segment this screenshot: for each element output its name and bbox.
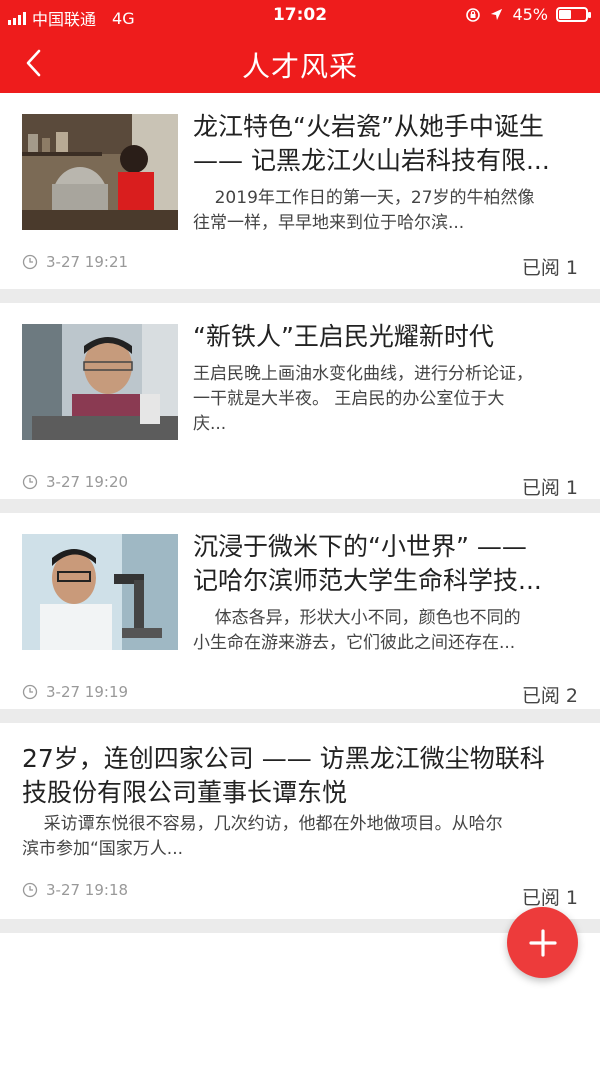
article-content: 27岁，连创四家公司 —— 访黑龙江微尘物联科 技股份有限公司董事长谭东悦 采访… (22, 742, 578, 862)
article-summary: 王启民晚上画油水变化曲线，进行分析论证， 一干就是大半夜。 王启民的办公室位于大… (193, 362, 578, 437)
article-summary: 2019年工作日的第一天，27岁的牛柏然像 往常一样，早早地来到位于哈尔滨... (193, 186, 578, 236)
article-time-text: 3-27 19:20 (46, 473, 129, 491)
article-thumbnail (22, 114, 178, 230)
article-time-text: 3-27 19:21 (46, 253, 129, 271)
article-content: “新铁人”王启民光耀新时代 王启民晚上画油水变化曲线，进行分析论证， 一干就是大… (193, 320, 578, 437)
separator (0, 499, 600, 513)
page-title: 人才风采 (241, 50, 358, 83)
article-title-line: 沉浸于微米下的“小世界” —— (193, 532, 527, 561)
article-read-count: 已阅 2 (521, 685, 578, 707)
article-summary-line: 一干就是大半夜。 王启民的办公室位于大 (193, 389, 505, 409)
clock-icon (22, 684, 38, 700)
article-list: 龙江特色“火岩瓷”从她手中诞生 —— 记黑龙江火山岩科技有限... 2019年工… (0, 93, 600, 933)
article-title: “新铁人”王启民光耀新时代 (193, 320, 578, 354)
clock-icon (22, 254, 38, 270)
article-title-line: 27岁，连创四家公司 —— 访黑龙江微尘物联科 (22, 744, 545, 773)
article-item[interactable]: 27岁，连创四家公司 —— 访黑龙江微尘物联科 技股份有限公司董事长谭东悦 采访… (0, 723, 600, 919)
article-title-line: 龙江特色“火岩瓷”从她手中诞生 (193, 112, 544, 141)
status-right: 45% (465, 5, 591, 24)
article-summary-line: 采访谭东悦很不容易，几次约访，他都在外地做项目。从哈尔 (22, 814, 503, 834)
article-item[interactable]: 龙江特色“火岩瓷”从她手中诞生 —— 记黑龙江火山岩科技有限... 2019年工… (0, 93, 600, 289)
plus-icon (528, 928, 557, 957)
separator (0, 709, 600, 723)
article-thumbnail (22, 324, 178, 440)
article-summary-line: 体态各异，形状大小不同，颜色也不同的 (193, 608, 521, 628)
article-item[interactable]: 沉浸于微米下的“小世界” —— 记哈尔滨师范大学生命科学技... 体态各异，形状… (0, 513, 600, 709)
article-summary-line: 王启民晚上画油水变化曲线，进行分析论证， (193, 364, 533, 384)
article-summary-line: 小生命在游来游去，它们彼此之间还存在... (193, 633, 516, 653)
article-read-count: 已阅 1 (521, 887, 578, 909)
article-summary: 采访谭东悦很不容易，几次约访，他都在外地做项目。从哈尔 滨市参加“国家万人... (22, 812, 578, 862)
nav-bar: 人才风采 (0, 33, 600, 93)
battery-percent: 45% (512, 5, 548, 24)
clock-icon (22, 882, 38, 898)
article-title: 27岁，连创四家公司 —— 访黑龙江微尘物联科 技股份有限公司董事长谭东悦 (22, 742, 578, 810)
article-title-line: 记哈尔滨师范大学生命科学技... (193, 566, 542, 595)
article-title-line: —— 记黑龙江火山岩科技有限... (193, 146, 550, 175)
article-title-line: “新铁人”王启民光耀新时代 (193, 322, 494, 351)
article-thumbnail (22, 534, 178, 650)
separator (0, 289, 600, 303)
article-time: 3-27 19:20 (22, 473, 128, 491)
article-summary-line: 庆... (193, 414, 227, 434)
battery-icon (556, 7, 591, 22)
article-time: 3-27 19:18 (22, 881, 128, 899)
app-header: 中国联通 4G 17:02 45% 人才风采 (0, 0, 600, 93)
article-title-line: 技股份有限公司董事长谭东悦 (22, 778, 348, 807)
article-item[interactable]: “新铁人”王启民光耀新时代 王启民晚上画油水变化曲线，进行分析论证， 一干就是大… (0, 303, 600, 499)
article-title: 沉浸于微米下的“小世界” —— 记哈尔滨师范大学生命科学技... (193, 530, 578, 598)
article-content: 沉浸于微米下的“小世界” —— 记哈尔滨师范大学生命科学技... 体态各异，形状… (193, 530, 578, 656)
article-read-count: 已阅 1 (521, 257, 578, 279)
article-summary-line: 2019年工作日的第一天，27岁的牛柏然像 (193, 188, 535, 208)
article-time-text: 3-27 19:18 (46, 881, 129, 899)
location-arrow-icon (491, 8, 503, 21)
article-summary-line: 往常一样，早早地来到位于哈尔滨... (193, 213, 465, 233)
article-summary-line: 滨市参加“国家万人... (22, 839, 184, 859)
article-read-count: 已阅 1 (521, 477, 578, 499)
article-time: 3-27 19:19 (22, 683, 128, 701)
add-fab-button[interactable] (507, 907, 578, 978)
status-bar: 中国联通 4G 17:02 45% (0, 0, 600, 33)
article-time: 3-27 19:21 (22, 253, 128, 271)
clock-icon (22, 474, 38, 490)
article-title: 龙江特色“火岩瓷”从她手中诞生 —— 记黑龙江火山岩科技有限... (193, 110, 578, 178)
article-content: 龙江特色“火岩瓷”从她手中诞生 —— 记黑龙江火山岩科技有限... 2019年工… (193, 110, 578, 236)
article-time-text: 3-27 19:19 (46, 683, 129, 701)
article-summary: 体态各异，形状大小不同，颜色也不同的 小生命在游来游去，它们彼此之间还存在... (193, 606, 578, 656)
rotation-lock-icon (466, 7, 481, 22)
